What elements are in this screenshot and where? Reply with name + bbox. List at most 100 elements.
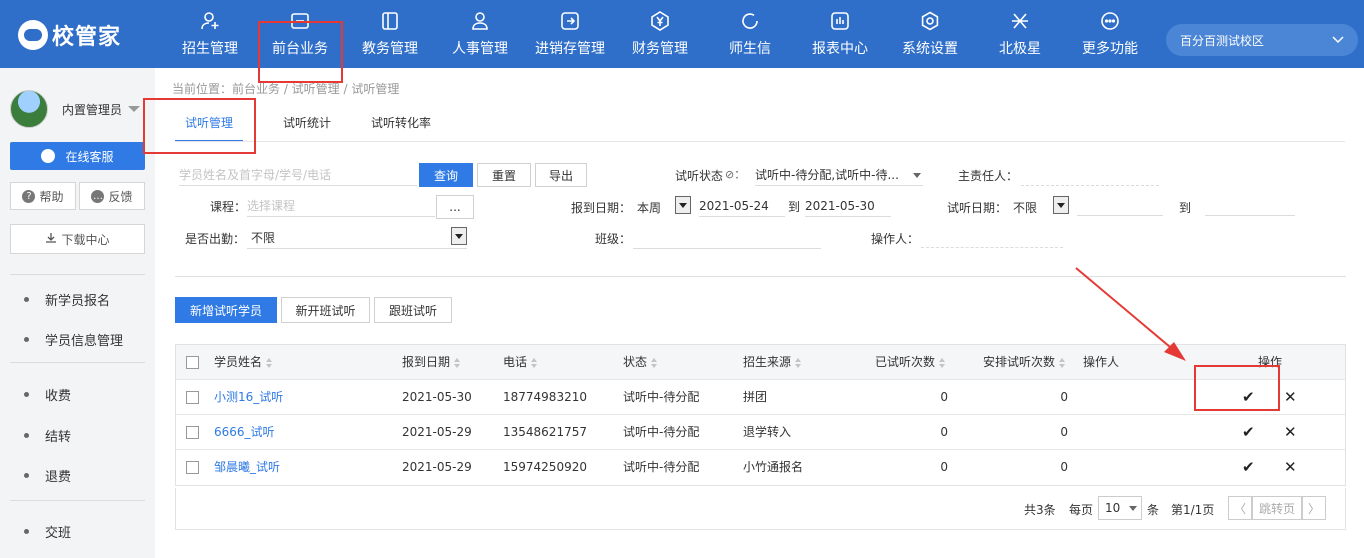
caret-down-icon[interactable] (451, 227, 467, 245)
trials-done-cell: 0 (940, 460, 948, 474)
nav-item-settings[interactable]: 系统设置 (885, 0, 975, 68)
select-all-checkbox[interactable] (186, 356, 199, 369)
phone-cell: 18774983210 (503, 390, 587, 404)
close-icon[interactable]: ✕ (1284, 389, 1297, 405)
bullet-icon (24, 433, 29, 438)
course-input[interactable] (247, 195, 435, 217)
sidebar-item-refund[interactable]: 退费 (24, 466, 71, 485)
nav-item-finance[interactable]: 财务管理 (615, 0, 705, 68)
trial-date-from-input[interactable] (1077, 196, 1163, 216)
phone-cell: 15974250920 (503, 460, 587, 474)
attendance-select[interactable]: 不限 (247, 227, 467, 249)
next-page-button[interactable]: 〉 (1302, 496, 1326, 520)
book-icon (379, 10, 401, 32)
owner-label: 主责任人： (958, 169, 1019, 183)
row-checkbox[interactable] (186, 461, 199, 474)
column-header-report-date[interactable]: 报到日期 (402, 345, 462, 380)
attendance-value: 不限 (251, 231, 276, 245)
close-icon[interactable]: ✕ (1284, 424, 1297, 440)
sidebar-item-charge[interactable]: 收费 (24, 385, 71, 404)
download-center-button[interactable]: 下载中心 (10, 224, 145, 254)
total-count: 共3条 (1024, 503, 1056, 517)
owner-field[interactable] (1021, 166, 1159, 186)
report-date-label: 报到日期： (571, 201, 632, 215)
row-checkbox[interactable] (186, 391, 199, 404)
chat-bubble-icon (41, 149, 56, 163)
confirm-check-icon[interactable]: ✔ (1242, 389, 1255, 405)
follow-class-trial-button[interactable]: 跟班试听 (374, 297, 452, 323)
sidebar-item-new-enrollment[interactable]: 新学员报名 (24, 290, 110, 309)
status-select[interactable]: 试听中-待分配,试听中-待... (755, 164, 923, 186)
nav-label: 报表中心 (812, 41, 868, 57)
column-header-source[interactable]: 招生来源 (743, 345, 803, 380)
report-date-from-input[interactable] (699, 195, 785, 217)
trials-arranged-cell: 0 (1060, 425, 1068, 439)
status-label: 试听状态 (675, 169, 724, 183)
column-header-trials-done[interactable]: 已试听次数 (875, 345, 947, 380)
student-name-link[interactable]: 小测16_试听 (214, 380, 283, 415)
tab-trial-statistics[interactable]: 试听统计 (283, 112, 331, 142)
nav-label: 进销存管理 (535, 41, 605, 57)
class-field[interactable] (633, 227, 821, 249)
nav-item-messages[interactable]: 师生信 (705, 0, 795, 68)
user-menu[interactable]: 内置管理员 (10, 90, 141, 128)
caret-down-icon[interactable] (675, 196, 691, 214)
page-size-select[interactable]: 10 (1098, 496, 1142, 520)
column-header-trials-arranged[interactable]: 安排试听次数 (983, 345, 1067, 380)
customer-service-button[interactable]: 在线客服 (10, 142, 145, 170)
phone-cell: 13548621757 (503, 425, 587, 439)
logo[interactable]: 校管家 (18, 20, 121, 50)
nav-item-academic[interactable]: 教务管理 (345, 0, 435, 68)
nav-item-front-desk[interactable]: 前台业务 (255, 0, 345, 68)
search-input[interactable] (179, 164, 417, 186)
nav-item-reports[interactable]: 报表中心 (795, 0, 885, 68)
sidebar-item-student-info[interactable]: 学员信息管理 (24, 330, 123, 349)
report-date-to-input[interactable] (805, 195, 891, 217)
tab-trial-conversion[interactable]: 试听转化率 (371, 112, 431, 142)
class-label: 班级： (595, 232, 632, 246)
student-name-link[interactable]: 6666_试听 (214, 415, 275, 450)
confirm-check-icon[interactable]: ✔ (1242, 459, 1255, 475)
nav-item-more[interactable]: 更多功能 (1065, 0, 1155, 68)
jump-page-input[interactable]: 跳转页 (1252, 496, 1302, 520)
main-nav: 招生管理 前台业务 教务管理 人事管理 进销存管理 财务管理 师生信 报表中心 (165, 0, 1155, 68)
nav-item-inventory[interactable]: 进销存管理 (525, 0, 615, 68)
tab-trial-management[interactable]: 试听管理 (175, 112, 244, 142)
sidebar-item-shift-handover[interactable]: 交班 (24, 522, 71, 541)
add-trial-student-button[interactable]: 新增试听学员 (175, 297, 277, 323)
reset-button[interactable]: 重置 (477, 163, 531, 187)
course-picker-button[interactable]: ... (436, 195, 474, 219)
status-value: 试听中-待分配,试听中-待... (755, 168, 899, 182)
operator-field[interactable] (921, 228, 1063, 248)
inventory-icon (559, 10, 581, 32)
per-page-label: 每页 (1069, 503, 1094, 517)
row-checkbox[interactable] (186, 426, 199, 439)
query-button[interactable]: 查询 (419, 163, 473, 187)
logo-icon (18, 20, 48, 50)
column-header-phone[interactable]: 电话 (503, 345, 539, 380)
sidebar-item-label: 退费 (45, 470, 72, 485)
caret-down-icon (1129, 506, 1137, 511)
trial-date-mode-select[interactable]: 不限 (1009, 196, 1055, 218)
caret-down-icon[interactable] (1053, 196, 1069, 214)
help-button[interactable]: ? 帮助 (10, 182, 76, 210)
column-header-name[interactable]: 学员姓名 (214, 345, 274, 380)
export-button[interactable]: 导出 (535, 163, 587, 187)
trial-date-to-input[interactable] (1205, 196, 1295, 216)
nav-item-recruit[interactable]: 招生管理 (165, 0, 255, 68)
campus-selector[interactable]: 百分百测试校区 (1166, 24, 1358, 56)
student-name-link[interactable]: 邹晨曦_试听 (214, 450, 280, 485)
column-header-status[interactable]: 状态 (623, 345, 659, 380)
feedback-button[interactable]: … 反馈 (79, 182, 145, 210)
new-class-trial-button[interactable]: 新开班试听 (281, 297, 370, 323)
sort-icon (651, 357, 659, 368)
confirm-check-icon[interactable]: ✔ (1242, 424, 1255, 440)
nav-item-polaris[interactable]: 北极星 (975, 0, 1065, 68)
help-circle-icon[interactable]: ⊘： (725, 166, 745, 182)
filter-divider (175, 276, 1346, 277)
sidebar-item-carryover[interactable]: 结转 (24, 426, 71, 445)
close-icon[interactable]: ✕ (1284, 459, 1297, 475)
breadcrumb: 当前位置：前台业务 / 试听管理 / 试听管理 (172, 82, 400, 96)
nav-item-hr[interactable]: 人事管理 (435, 0, 525, 68)
prev-page-button[interactable]: 〈 (1228, 496, 1252, 520)
